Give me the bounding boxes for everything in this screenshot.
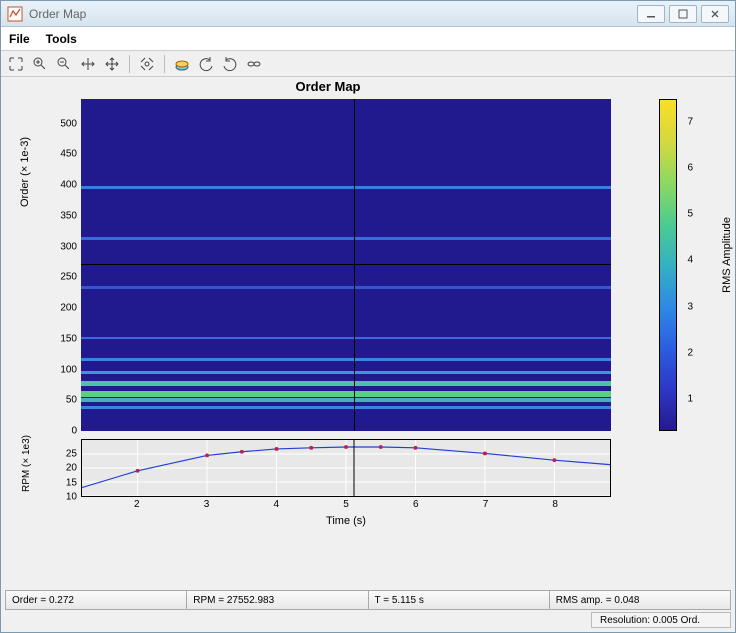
rpm-y-ticks: 10152025 [43, 439, 77, 497]
colorbar[interactable] [659, 99, 677, 431]
order-map-heatmap[interactable] [81, 99, 611, 431]
y-axis-label: Order (× 1e-3) [19, 137, 31, 207]
maximize-button[interactable] [669, 5, 697, 23]
colorbar-ticks: 1234567 [679, 99, 693, 431]
menu-file[interactable]: File [9, 32, 30, 46]
x-axis-label: Time (s) [81, 515, 611, 527]
chart-title: Order Map [1, 79, 655, 94]
toolbar-separator [164, 55, 165, 73]
status-time: T = 5.115 s [369, 591, 550, 609]
colorbar-label: RMS Amplitude [721, 217, 733, 293]
status-rms: RMS amp. = 0.048 [550, 591, 730, 609]
y-axis-ticks: 050100150200250300350400450500 [43, 99, 77, 431]
figure-area: Order Map Order (× 1e-3) 050100150200250… [1, 77, 735, 588]
rotate-back-icon[interactable] [197, 55, 215, 73]
titlebar[interactable]: Order Map [1, 1, 735, 27]
window-title: Order Map [29, 7, 637, 21]
pan-icon[interactable] [103, 55, 121, 73]
resolution-box: Resolution: 0.005 Ord. [591, 612, 731, 628]
zoom-xy-icon[interactable] [79, 55, 97, 73]
fit-icon[interactable] [138, 55, 156, 73]
resolution-row: Resolution: 0.005 Ord. [1, 612, 735, 632]
minimize-button[interactable] [637, 5, 665, 23]
toolbar [1, 51, 735, 77]
rotate-fwd-icon[interactable] [221, 55, 239, 73]
colormap-icon[interactable] [173, 55, 191, 73]
x-axis-ticks: 2345678 [81, 499, 611, 513]
app-icon [7, 6, 23, 22]
status-rpm: RPM = 27552.983 [187, 591, 368, 609]
status-bar: Order = 0.272 RPM = 27552.983 T = 5.115 … [5, 590, 731, 610]
rpm-plot[interactable] [81, 439, 611, 497]
menubar: File Tools [1, 27, 735, 51]
window: Order Map File Tools Order Map Order (× … [0, 0, 736, 633]
zoom-in-icon[interactable] [31, 55, 49, 73]
zoom-out-icon[interactable] [55, 55, 73, 73]
status-order: Order = 0.272 [6, 591, 187, 609]
expand-icon[interactable] [7, 55, 25, 73]
menu-tools[interactable]: Tools [46, 32, 77, 46]
rpm-y-axis-label: RPM (× 1e3) [21, 435, 32, 492]
close-button[interactable] [701, 5, 729, 23]
toolbar-separator [129, 55, 130, 73]
link-icon[interactable] [245, 55, 263, 73]
